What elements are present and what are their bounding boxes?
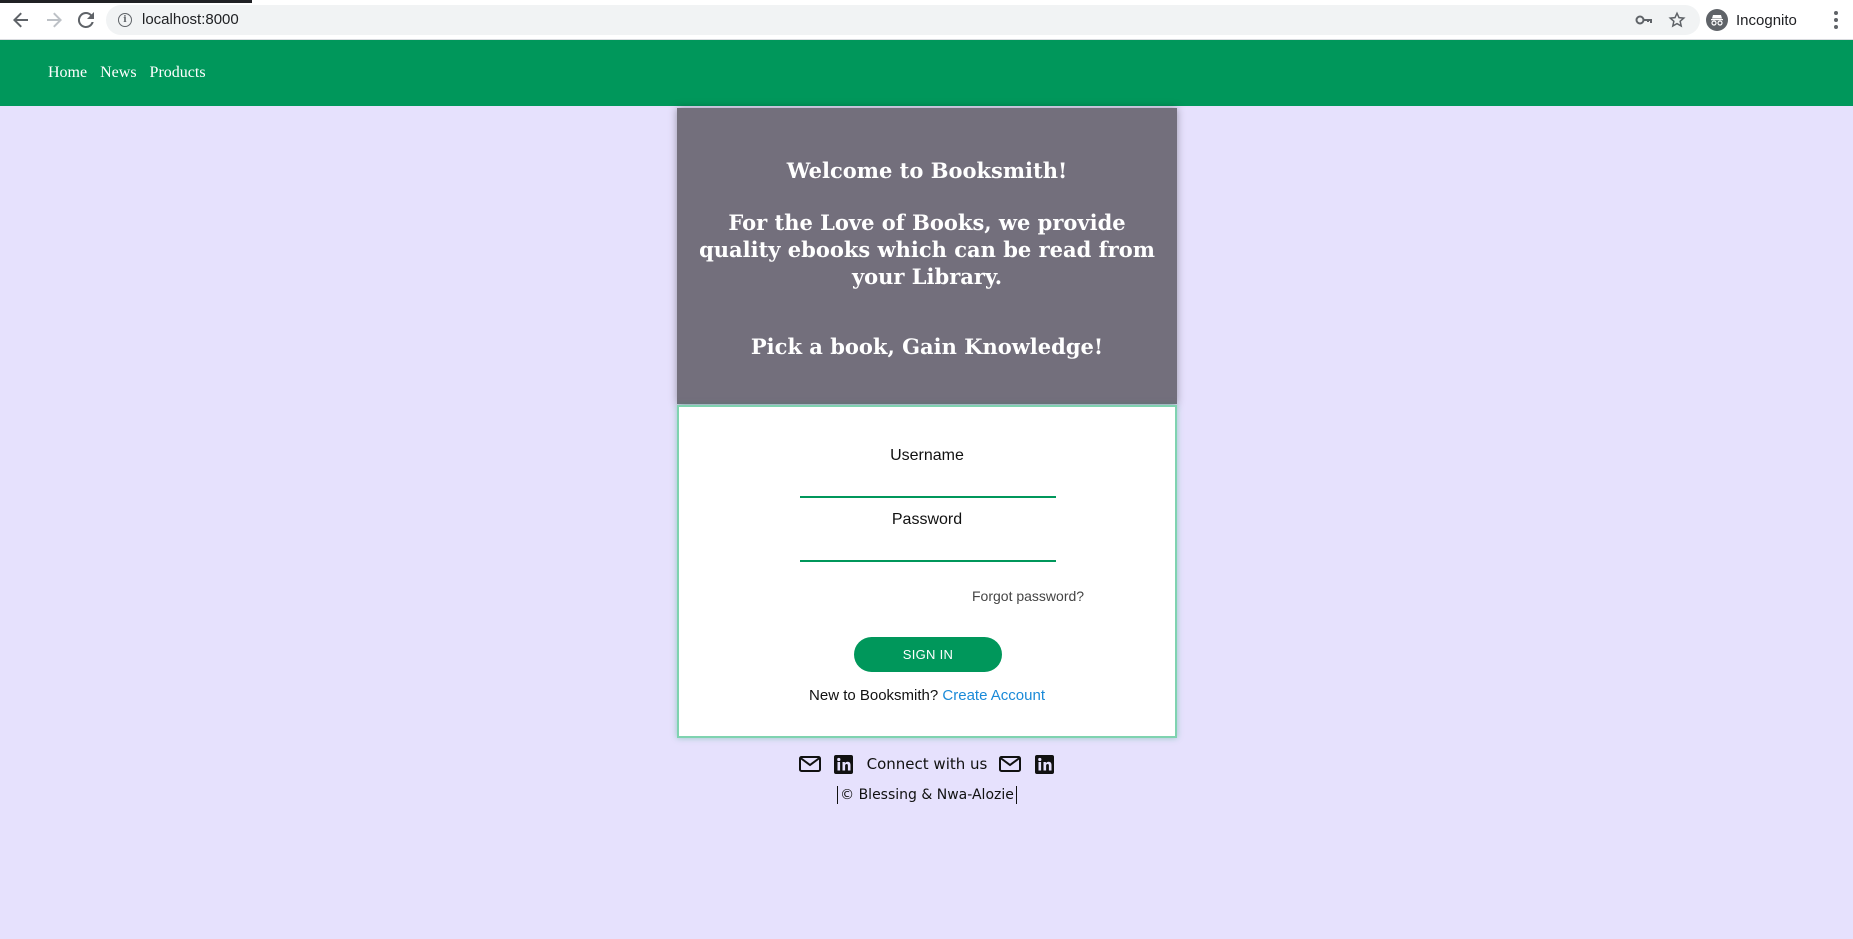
reload-icon[interactable] <box>74 8 98 32</box>
password-field[interactable] <box>800 536 1056 562</box>
divider <box>837 786 839 804</box>
divider <box>1015 786 1017 804</box>
incognito-label: Incognito <box>1736 11 1797 29</box>
linkedin-icon[interactable] <box>833 754 855 774</box>
address-bar[interactable]: i localhost:8000 <box>106 5 1700 35</box>
nav-link-news[interactable]: News <box>100 64 136 82</box>
forward-icon[interactable] <box>42 8 66 32</box>
key-icon[interactable] <box>1632 8 1656 32</box>
hero-banner: Welcome to Booksmith! For the Love of Bo… <box>677 108 1177 404</box>
hero-tagline: For the Love of Books, we provide qualit… <box>699 210 1155 289</box>
back-icon[interactable] <box>9 8 33 32</box>
url-text[interactable]: localhost:8000 <box>142 11 239 28</box>
password-label: Password <box>891 511 963 528</box>
mail-icon[interactable] <box>999 755 1022 773</box>
star-icon[interactable] <box>1665 8 1689 32</box>
nav-link-home[interactable]: Home <box>48 64 87 82</box>
more-vert-icon[interactable] <box>1826 8 1846 32</box>
copyright-text: © Blessing & Nwa-Alozie <box>840 787 1014 803</box>
hero-slogan: Pick a book, Gain Knowledge! <box>750 334 1104 359</box>
hero-welcome: Welcome to Booksmith! <box>786 158 1068 183</box>
nav-link-products[interactable]: Products <box>150 64 206 82</box>
login-form: Username Password Forgot password? SIGN … <box>677 405 1177 738</box>
site-navbar: Home News Products <box>0 40 1853 106</box>
connect-label: Connect with us <box>866 755 988 773</box>
info-icon[interactable]: i <box>118 13 132 27</box>
create-account-prompt: New to Booksmith? Create Account <box>679 687 1175 704</box>
new-user-text: New to Booksmith? <box>809 687 939 704</box>
sign-in-button[interactable]: SIGN IN <box>854 637 1002 672</box>
incognito-icon <box>1706 9 1728 31</box>
username-label: Username <box>890 447 964 464</box>
footer-connect: Connect with us <box>677 752 1177 776</box>
browser-toolbar: i localhost:8000 Incognito <box>0 0 1853 40</box>
username-field[interactable] <box>800 472 1056 498</box>
mail-icon[interactable] <box>798 755 821 773</box>
active-tab-indicator <box>0 0 252 3</box>
linkedin-icon[interactable] <box>1033 754 1055 774</box>
create-account-link[interactable]: Create Account <box>942 687 1045 704</box>
incognito-indicator[interactable]: Incognito <box>1706 5 1814 35</box>
forgot-password-link[interactable]: Forgot password? <box>972 588 1084 604</box>
copyright: © Blessing & Nwa-Alozie <box>677 786 1177 804</box>
